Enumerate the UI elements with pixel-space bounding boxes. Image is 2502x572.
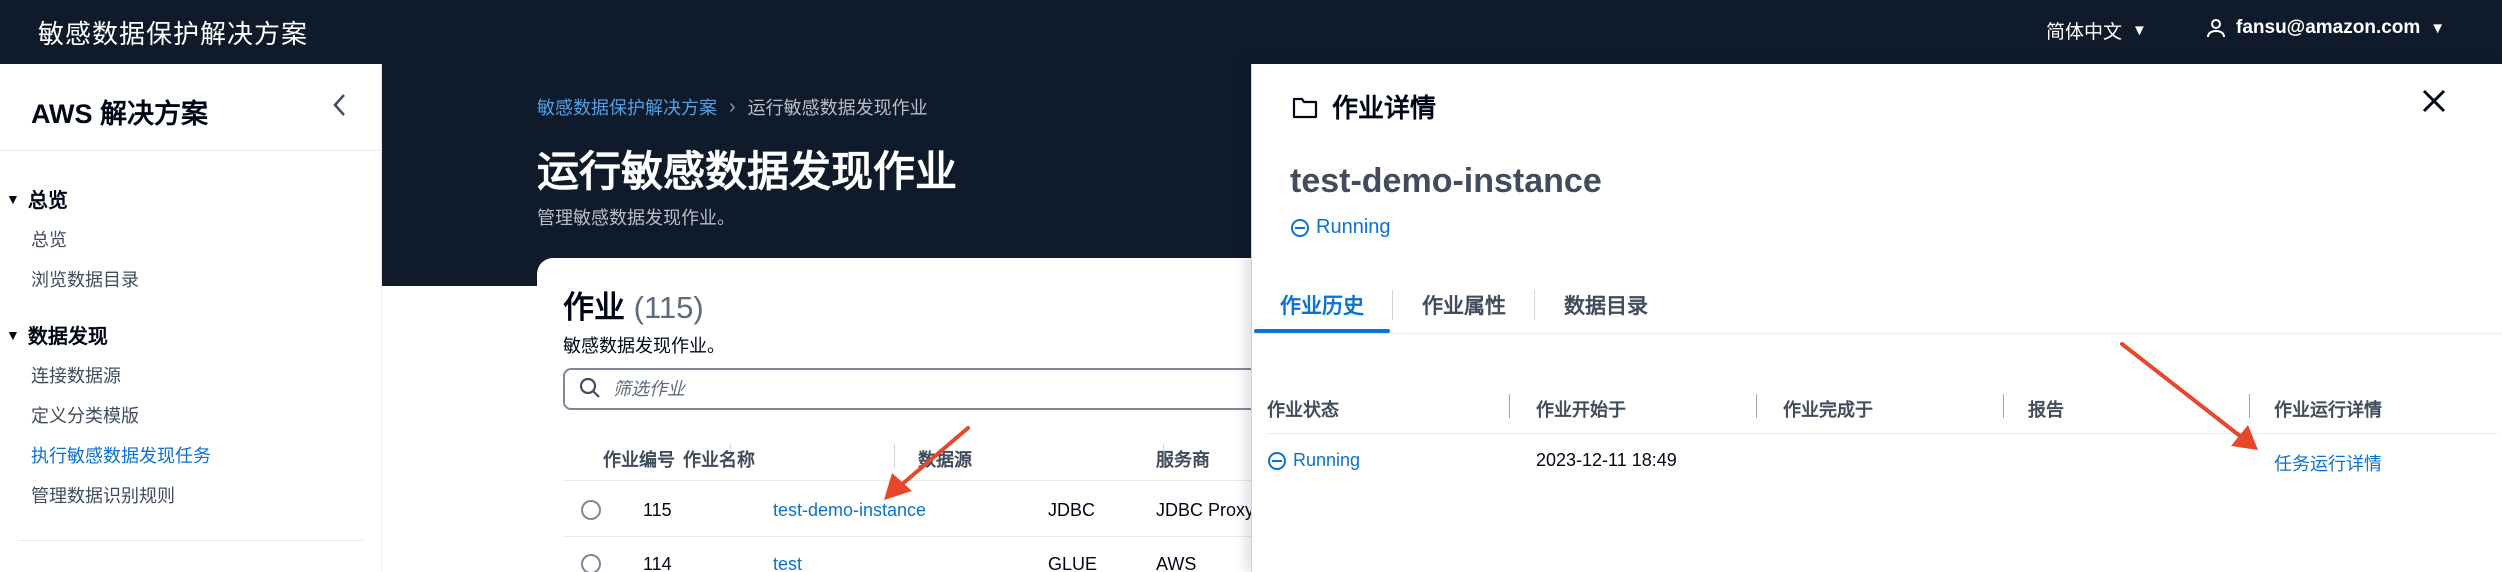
sidebar-item-browse-catalog[interactable]: 浏览数据目录 [31,266,139,292]
nav-group-data-discovery[interactable]: ▼ 数据发现 [6,320,108,349]
column-header-finished[interactable]: 作业完成于 [1783,396,1873,422]
column-divider [894,444,895,468]
caret-down-icon: ▼ [2132,22,2147,39]
divider [18,540,364,541]
job-name-link[interactable]: test-demo-instance [773,500,926,521]
pending-status-icon [1268,451,1286,470]
caret-down-icon: ▼ [6,326,20,343]
instance-name: test-demo-instance [1290,162,1602,200]
history-status: Running [1267,450,1360,471]
column-header-status[interactable]: 作业状态 [1267,396,1339,422]
side-navigation: AWS 解决方案 ▼ 总览 总览 浏览数据目录 ▼ 数据发现 连接数据源 定义分… [0,64,382,572]
nav-group-label: 数据发现 [27,326,108,348]
column-header-id[interactable]: 作业编号 [603,446,675,472]
job-provider: AWS [1156,554,1197,572]
pending-status-icon [1291,218,1309,237]
status-text: Running [1316,216,1391,238]
page-description: 管理敏感数据发现作业。 [537,208,735,228]
nav-group-overview[interactable]: ▼ 总览 [6,184,68,213]
sidebar-item-connect-sources[interactable]: 连接数据源 [31,362,121,388]
column-header-report[interactable]: 报告 [2028,396,2064,422]
active-tab-indicator [1254,329,1390,333]
page-title: 运行敏感数据发现作业 [537,148,958,195]
jobs-subtitle: 敏感数据发现作业。 [563,336,725,356]
column-header-source[interactable]: 数据源 [918,446,972,472]
row-select-radio[interactable] [581,500,601,520]
filter-field[interactable] [563,368,1303,410]
jobs-title-text: 作业 [563,290,625,325]
row-divider [563,480,1303,481]
close-icon[interactable] [2420,82,2448,122]
column-header-name[interactable]: 作业名称 [683,446,755,472]
history-status-text: Running [1293,450,1361,470]
tab-data-catalog[interactable]: 数据目录 [1564,290,1648,320]
job-provider: JDBC Proxy [1156,500,1255,520]
app-title[interactable]: 敏感数据保护解决方案 [38,14,308,51]
job-name-link[interactable]: test [773,554,802,572]
caret-down-icon: ▼ [2430,19,2446,37]
user-email: fansu@amazon.com [2236,17,2421,38]
chevron-right-icon: › [729,95,736,118]
column-divider [2003,394,2004,418]
collapse-sidebar-icon[interactable] [330,92,350,126]
run-details-link[interactable]: 任务运行详情 [2274,450,2382,476]
language-label: 简体中文 [2046,22,2123,43]
column-divider [1509,394,1510,418]
panel-title: 作业详情 [1332,93,1437,123]
column-header-run-details[interactable]: 作业运行详情 [2274,396,2382,422]
tab-job-properties[interactable]: 作业属性 [1422,290,1506,320]
user-icon [2207,19,2225,38]
sidebar-item-rules[interactable]: 管理数据识别规则 [31,482,175,508]
panel-header: 作业详情 [1292,88,1436,125]
nav-group-label: 总览 [27,190,68,212]
user-menu[interactable]: fansu@amazon.com ▼ [2206,17,2445,39]
job-id: 115 [643,500,672,520]
column-header-provider[interactable]: 服务商 [1156,446,1210,472]
job-source: JDBC [1048,500,1096,520]
folder-icon [1292,97,1318,118]
detail-tabs: 作业历史 作业属性 数据目录 [1252,272,2502,334]
jobs-title: 作业 (115) [563,282,704,327]
column-divider [2249,394,2250,418]
breadcrumb-current: 运行敏感数据发现作业 [747,98,928,118]
language-selector[interactable]: 简体中文 ▼ [2046,17,2147,44]
jobs-table-container: 作业 (115) 敏感数据发现作业。 作业编号 作业名称 数据源 服务商 115… [537,258,1303,572]
top-navigation: 敏感数据保护解决方案 简体中文 ▼ fansu@amazon.com ▼ [0,0,2502,64]
column-header-started[interactable]: 作业开始于 [1536,396,1626,422]
history-started: 2023-12-11 18:49 [1536,450,1677,470]
caret-down-icon: ▼ [6,190,20,207]
status-indicator: Running [1290,216,1391,239]
column-divider [1756,394,1757,418]
sidebar-item-run-jobs[interactable]: 执行敏感数据发现任务 [31,442,211,468]
sidebar-item-templates[interactable]: 定义分类模版 [31,402,139,428]
tab-divider [1534,290,1535,320]
tab-divider [1392,290,1393,320]
breadcrumb: 敏感数据保护解决方案 › 运行敏感数据发现作业 [537,94,928,120]
job-source: GLUE [1048,554,1098,572]
row-divider [1266,433,2498,434]
sidebar-title[interactable]: AWS 解决方案 [31,92,208,131]
job-id: 114 [643,554,672,572]
sidebar-item-overview[interactable]: 总览 [31,226,67,252]
jobs-count: (115) [633,290,704,325]
search-icon [579,377,600,398]
breadcrumb-link[interactable]: 敏感数据保护解决方案 [537,94,717,120]
job-details-panel: 作业详情 test-demo-instance Running 作业历史 作业属… [1251,64,2502,572]
divider [0,150,382,151]
tab-job-history[interactable]: 作业历史 [1280,290,1364,320]
row-select-radio[interactable] [581,554,601,572]
filter-input[interactable] [613,375,1213,403]
row-divider [563,536,1303,537]
